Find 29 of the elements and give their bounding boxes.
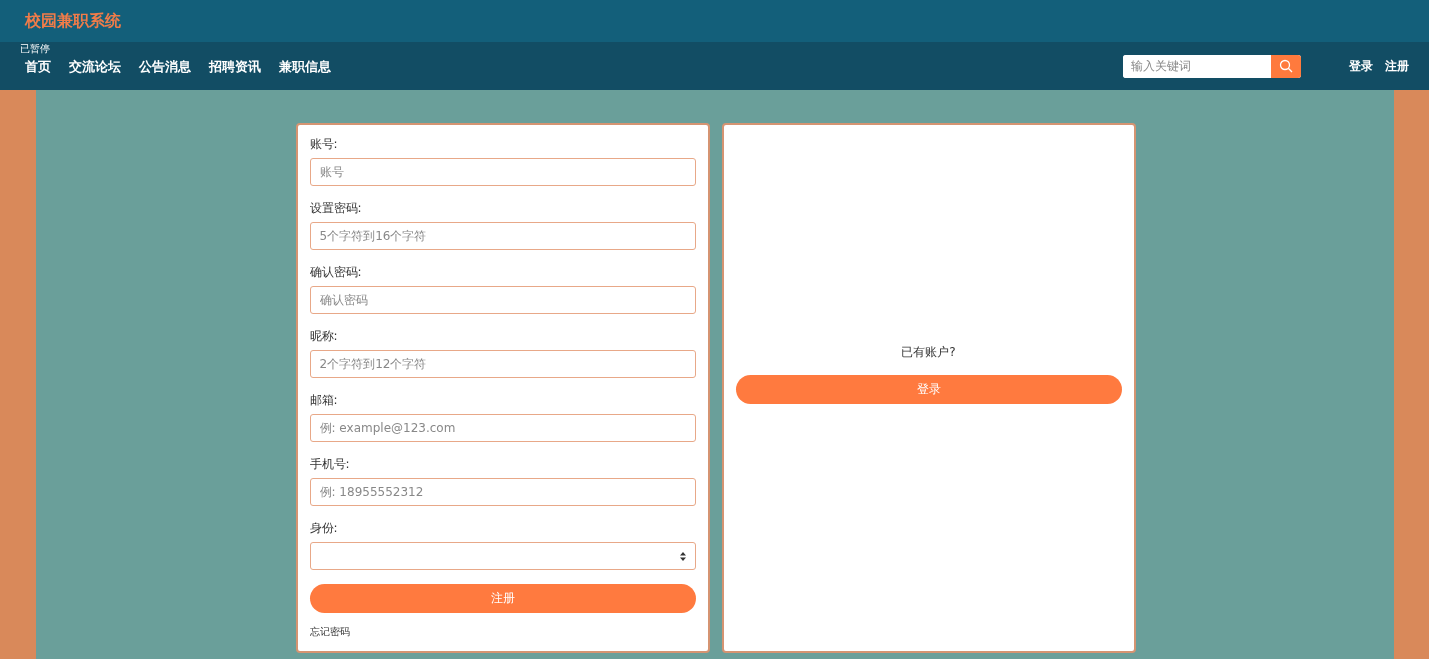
field-label: 身份:: [309, 520, 339, 536]
nav-link[interactable]: 首页: [25, 58, 51, 76]
input-field[interactable]: 例: 18955552312: [309, 478, 696, 506]
status-text: 已暂停: [20, 42, 50, 56]
account-prompt: 已有账户?: [901, 344, 956, 361]
search-button[interactable]: [1271, 54, 1301, 78]
field-label: 邮箱:: [309, 392, 339, 408]
forgot-password-link[interactable]: 忘记密码: [309, 625, 696, 639]
field-label: 昵称:: [309, 328, 339, 344]
nav-link[interactable]: 招聘资讯: [209, 58, 261, 76]
site-title: 校园兼职系统: [25, 10, 121, 32]
field-label: 确认密码:: [309, 264, 363, 280]
auth-link[interactable]: 注册: [1385, 57, 1409, 75]
input-field[interactable]: 确认密码: [309, 286, 696, 314]
nav-link[interactable]: 兼职信息: [279, 58, 331, 76]
input-field[interactable]: 账号: [309, 158, 696, 186]
search-field[interactable]: 输入关键词: [1123, 54, 1301, 78]
input-field[interactable]: 例: example@123.com: [309, 414, 696, 442]
input-field[interactable]: 5个字符到16个字符: [309, 222, 696, 250]
select-field[interactable]: [309, 542, 696, 570]
updown-arrows-icon: [679, 551, 686, 561]
auth-link[interactable]: 登录: [1349, 57, 1373, 75]
nav-link[interactable]: 交流论坛: [69, 58, 121, 76]
field-label: 设置密码:: [309, 200, 363, 216]
field-label: 手机号:: [309, 456, 351, 472]
field-label: 账号:: [309, 136, 339, 152]
nav-link[interactable]: 公告消息: [139, 58, 191, 76]
input-field[interactable]: 2个字符到12个字符: [309, 350, 696, 378]
search-icon: [1279, 59, 1293, 73]
